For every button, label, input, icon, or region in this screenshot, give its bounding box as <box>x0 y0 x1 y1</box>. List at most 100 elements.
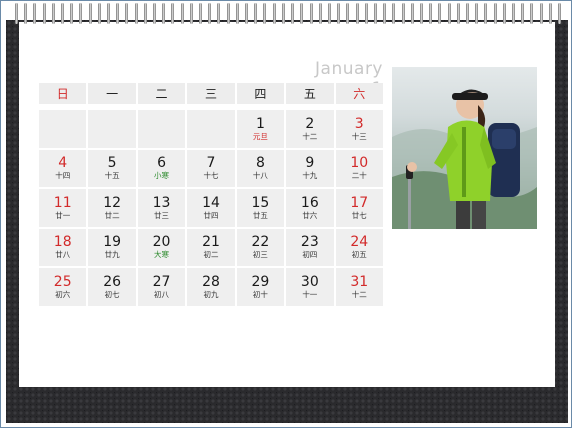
lunar-date: 十四 <box>55 171 71 181</box>
lunar-date: 十二 <box>302 131 318 141</box>
day-cell[interactable]: 31 十二 <box>335 268 383 306</box>
lunar-date: 廿七 <box>351 210 367 220</box>
spiral-coil <box>502 3 506 24</box>
weekday-header-row: 日一二三四五六 <box>39 83 383 104</box>
spiral-coil <box>15 3 18 24</box>
spiral-coil <box>153 3 157 24</box>
empty-day-cell <box>39 110 87 148</box>
calendar-weeks: 1 元旦 2 十二 3 十三 4 十四 5 十五 6 小寒 7 十七 8 十八 9 十九 10 二十 11 廿一 12 廿二 1… <box>39 110 383 306</box>
day-cell[interactable]: 13 廿三 <box>137 189 186 227</box>
day-number: 28 <box>202 273 220 290</box>
spiral-coil <box>171 3 175 24</box>
spiral-coil <box>557 3 561 24</box>
day-number: 6 <box>157 155 167 172</box>
spiral-coil <box>364 3 368 24</box>
day-cell[interactable]: 22 初三 <box>236 228 285 266</box>
day-cell[interactable]: 8 十八 <box>236 149 285 187</box>
day-cell[interactable]: 9 十九 <box>286 149 334 187</box>
lunar-date: 廿六 <box>302 210 318 220</box>
day-cell[interactable]: 17 廿七 <box>335 189 383 227</box>
day-cell[interactable]: 28 初九 <box>187 268 235 306</box>
day-number: 22 <box>251 234 270 251</box>
lunar-date: 廿八 <box>55 250 71 260</box>
spiral-coil <box>447 3 451 24</box>
day-number: 4 <box>58 155 68 172</box>
lunar-date: 十八 <box>252 171 268 181</box>
empty-day-cell <box>187 110 235 148</box>
spiral-coil <box>309 3 313 24</box>
spiral-coil <box>318 3 322 24</box>
lunar-date: 初三 <box>252 250 268 260</box>
spiral-coil <box>97 3 101 24</box>
lunar-date: 十二 <box>351 289 367 299</box>
day-cell[interactable]: 2 十二 <box>286 110 334 148</box>
day-number: 20 <box>152 234 171 251</box>
day-cell[interactable]: 21 初二 <box>187 228 235 266</box>
spiral-coil <box>484 3 488 24</box>
day-cell[interactable]: 4 十四 <box>39 149 87 187</box>
spiral-coil <box>548 3 552 24</box>
week-row: 11 廿一 12 廿二 13 廿三 14 廿四 15 廿五 16 廿六 17 廿七 <box>39 189 383 227</box>
lunar-date: 初九 <box>203 289 219 299</box>
spiral-coil <box>346 3 350 24</box>
lunar-date: 廿二 <box>104 210 120 220</box>
spiral-coil <box>355 3 359 24</box>
day-cell[interactable]: 10 二十 <box>335 149 383 187</box>
day-cell[interactable]: 29 初十 <box>236 268 285 306</box>
lunar-date: 十三 <box>351 131 367 141</box>
weekday-label: 二 <box>137 83 186 104</box>
spiral-coil <box>410 3 414 24</box>
day-cell[interactable]: 30 十一 <box>286 268 334 306</box>
spiral-coil <box>79 3 83 24</box>
day-number: 8 <box>255 155 265 172</box>
day-cell[interactable]: 20 大寒 <box>137 228 186 266</box>
day-cell[interactable]: 7 十七 <box>187 149 235 187</box>
day-number: 12 <box>103 194 122 211</box>
day-cell[interactable]: 11 廿一 <box>39 189 87 227</box>
spiral-coil <box>530 3 534 24</box>
spiral-coil <box>521 3 525 24</box>
day-number: 18 <box>53 234 72 251</box>
spiral-coil <box>134 3 138 24</box>
calendar-mockup-frame: January 1 日一二三四五六 1元旦2十二3十三4十四5十五6小寒7十七8… <box>0 0 572 428</box>
day-cell[interactable]: 27 初八 <box>137 268 186 306</box>
day-cell[interactable]: 25 初六 <box>39 268 87 306</box>
weekday-label: 日 <box>39 83 87 104</box>
day-number: 13 <box>152 194 171 211</box>
spiral-coil <box>226 3 230 24</box>
day-cell[interactable]: 16 廿六 <box>286 189 334 227</box>
lunar-date: 初二 <box>203 250 219 260</box>
day-cell[interactable]: 26 初七 <box>88 268 136 306</box>
spiral-coil <box>61 3 65 24</box>
weekday-label: 五 <box>286 83 334 104</box>
day-cell[interactable]: 18 廿八 <box>39 228 87 266</box>
day-cell[interactable]: 6 小寒 <box>137 149 186 187</box>
spiral-coil <box>180 3 184 24</box>
day-cell[interactable]: 12 廿二 <box>88 189 136 227</box>
day-number: 30 <box>300 273 319 290</box>
day-cell[interactable]: 23 初四 <box>286 228 334 266</box>
spiral-coil <box>162 3 166 24</box>
lunar-date: 十五 <box>104 171 120 181</box>
day-cell[interactable]: 3 十三 <box>335 110 383 148</box>
spiral-coil <box>24 3 28 24</box>
lunar-date: 二十 <box>351 171 367 181</box>
spiral-coil <box>438 3 442 24</box>
day-number: 5 <box>107 155 117 172</box>
day-number: 23 <box>300 234 319 251</box>
day-cell[interactable]: 24 初五 <box>335 228 383 266</box>
day-cell[interactable]: 5 十五 <box>88 149 136 187</box>
day-cell[interactable]: 15 廿五 <box>236 189 285 227</box>
spiral-coil <box>33 3 37 24</box>
spiral-coil <box>51 3 55 24</box>
day-cell[interactable]: 19 廿九 <box>88 228 136 266</box>
spiral-coil <box>116 3 120 24</box>
spiral-coil <box>456 3 460 24</box>
spiral-coil <box>383 3 387 24</box>
spiral-coil <box>475 3 479 24</box>
day-cell[interactable]: 1 元旦 <box>236 110 285 148</box>
day-cell[interactable]: 14 廿四 <box>187 189 235 227</box>
lunar-date: 廿五 <box>252 210 268 220</box>
lunar-date: 初六 <box>55 289 71 299</box>
day-number: 26 <box>103 273 122 290</box>
